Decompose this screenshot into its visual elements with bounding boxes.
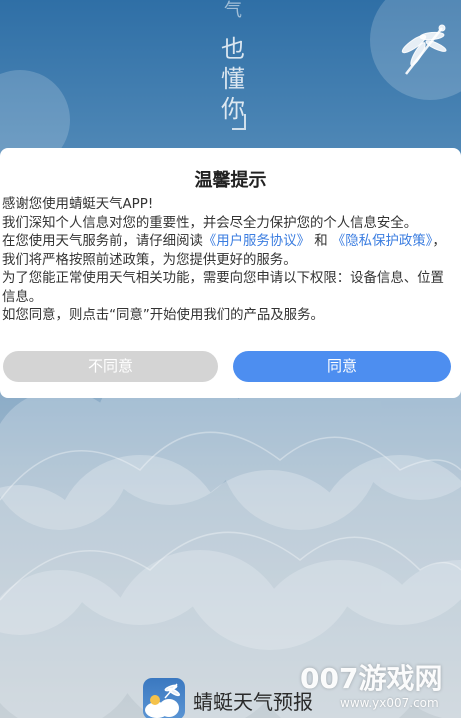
dialog-text: 如您同意，则点击“同意”开始使用我们的产品及服务。 (2, 308, 324, 323)
dialog-title: 温馨提示 (194, 170, 267, 191)
watermark-url: www.yx007.com (340, 696, 439, 710)
user-agreement-link[interactable]: 《用户服务协议》 (203, 234, 310, 249)
slogan-char: 懂 (221, 65, 245, 93)
dialog-text: 在您使用天气服务前，请仔细阅读《用户服务协议》 和 《隐私保护政策》，我们将严格… (2, 233, 452, 270)
app-name: 蜻蜓天气预报 (193, 690, 313, 714)
app-logo-icon (143, 678, 185, 718)
dialog-text: 我们深知个人信息对您的重要性，并会尽全力保护您的个人信息安全。 (2, 215, 418, 231)
slogan-char: 也 (221, 35, 245, 63)
dialog-body: 感谢您使用蜻蜓天气APP! 我们深知个人信息对您的重要性，并会尽全力保护您的个人… (2, 196, 452, 326)
privacy-dialog: 温馨提示 感谢您使用蜻蜓天气APP! 我们深知个人信息对您的重要性，并会尽全力保… (0, 148, 461, 398)
slogan-bracket (232, 114, 246, 130)
dialog-text-part: 和 (314, 234, 328, 249)
watermark-title: 007游戏网 (300, 662, 443, 695)
dialog-text: 为了您能正常使用天气相关功能，需要向您申请以下权限：设备信息、位置信息。 (2, 271, 444, 305)
site-watermark: 007游戏网 www.yx007.com (300, 662, 460, 718)
dialog-text-part: 在您使用天气服务前，请仔细阅读 (2, 234, 203, 249)
dragonfly-icon (401, 24, 447, 75)
disagree-button[interactable]: 不同意 (3, 351, 218, 382)
privacy-policy-link[interactable]: 《隐私保护政策》 (332, 234, 432, 249)
slogan-vertical: 气 也 懂 你 (213, 2, 253, 124)
dialog-greeting: 感谢您使用蜻蜓天气APP! (2, 197, 154, 212)
slogan-char: 气 (224, 0, 242, 21)
agree-button[interactable]: 同意 (233, 351, 451, 382)
